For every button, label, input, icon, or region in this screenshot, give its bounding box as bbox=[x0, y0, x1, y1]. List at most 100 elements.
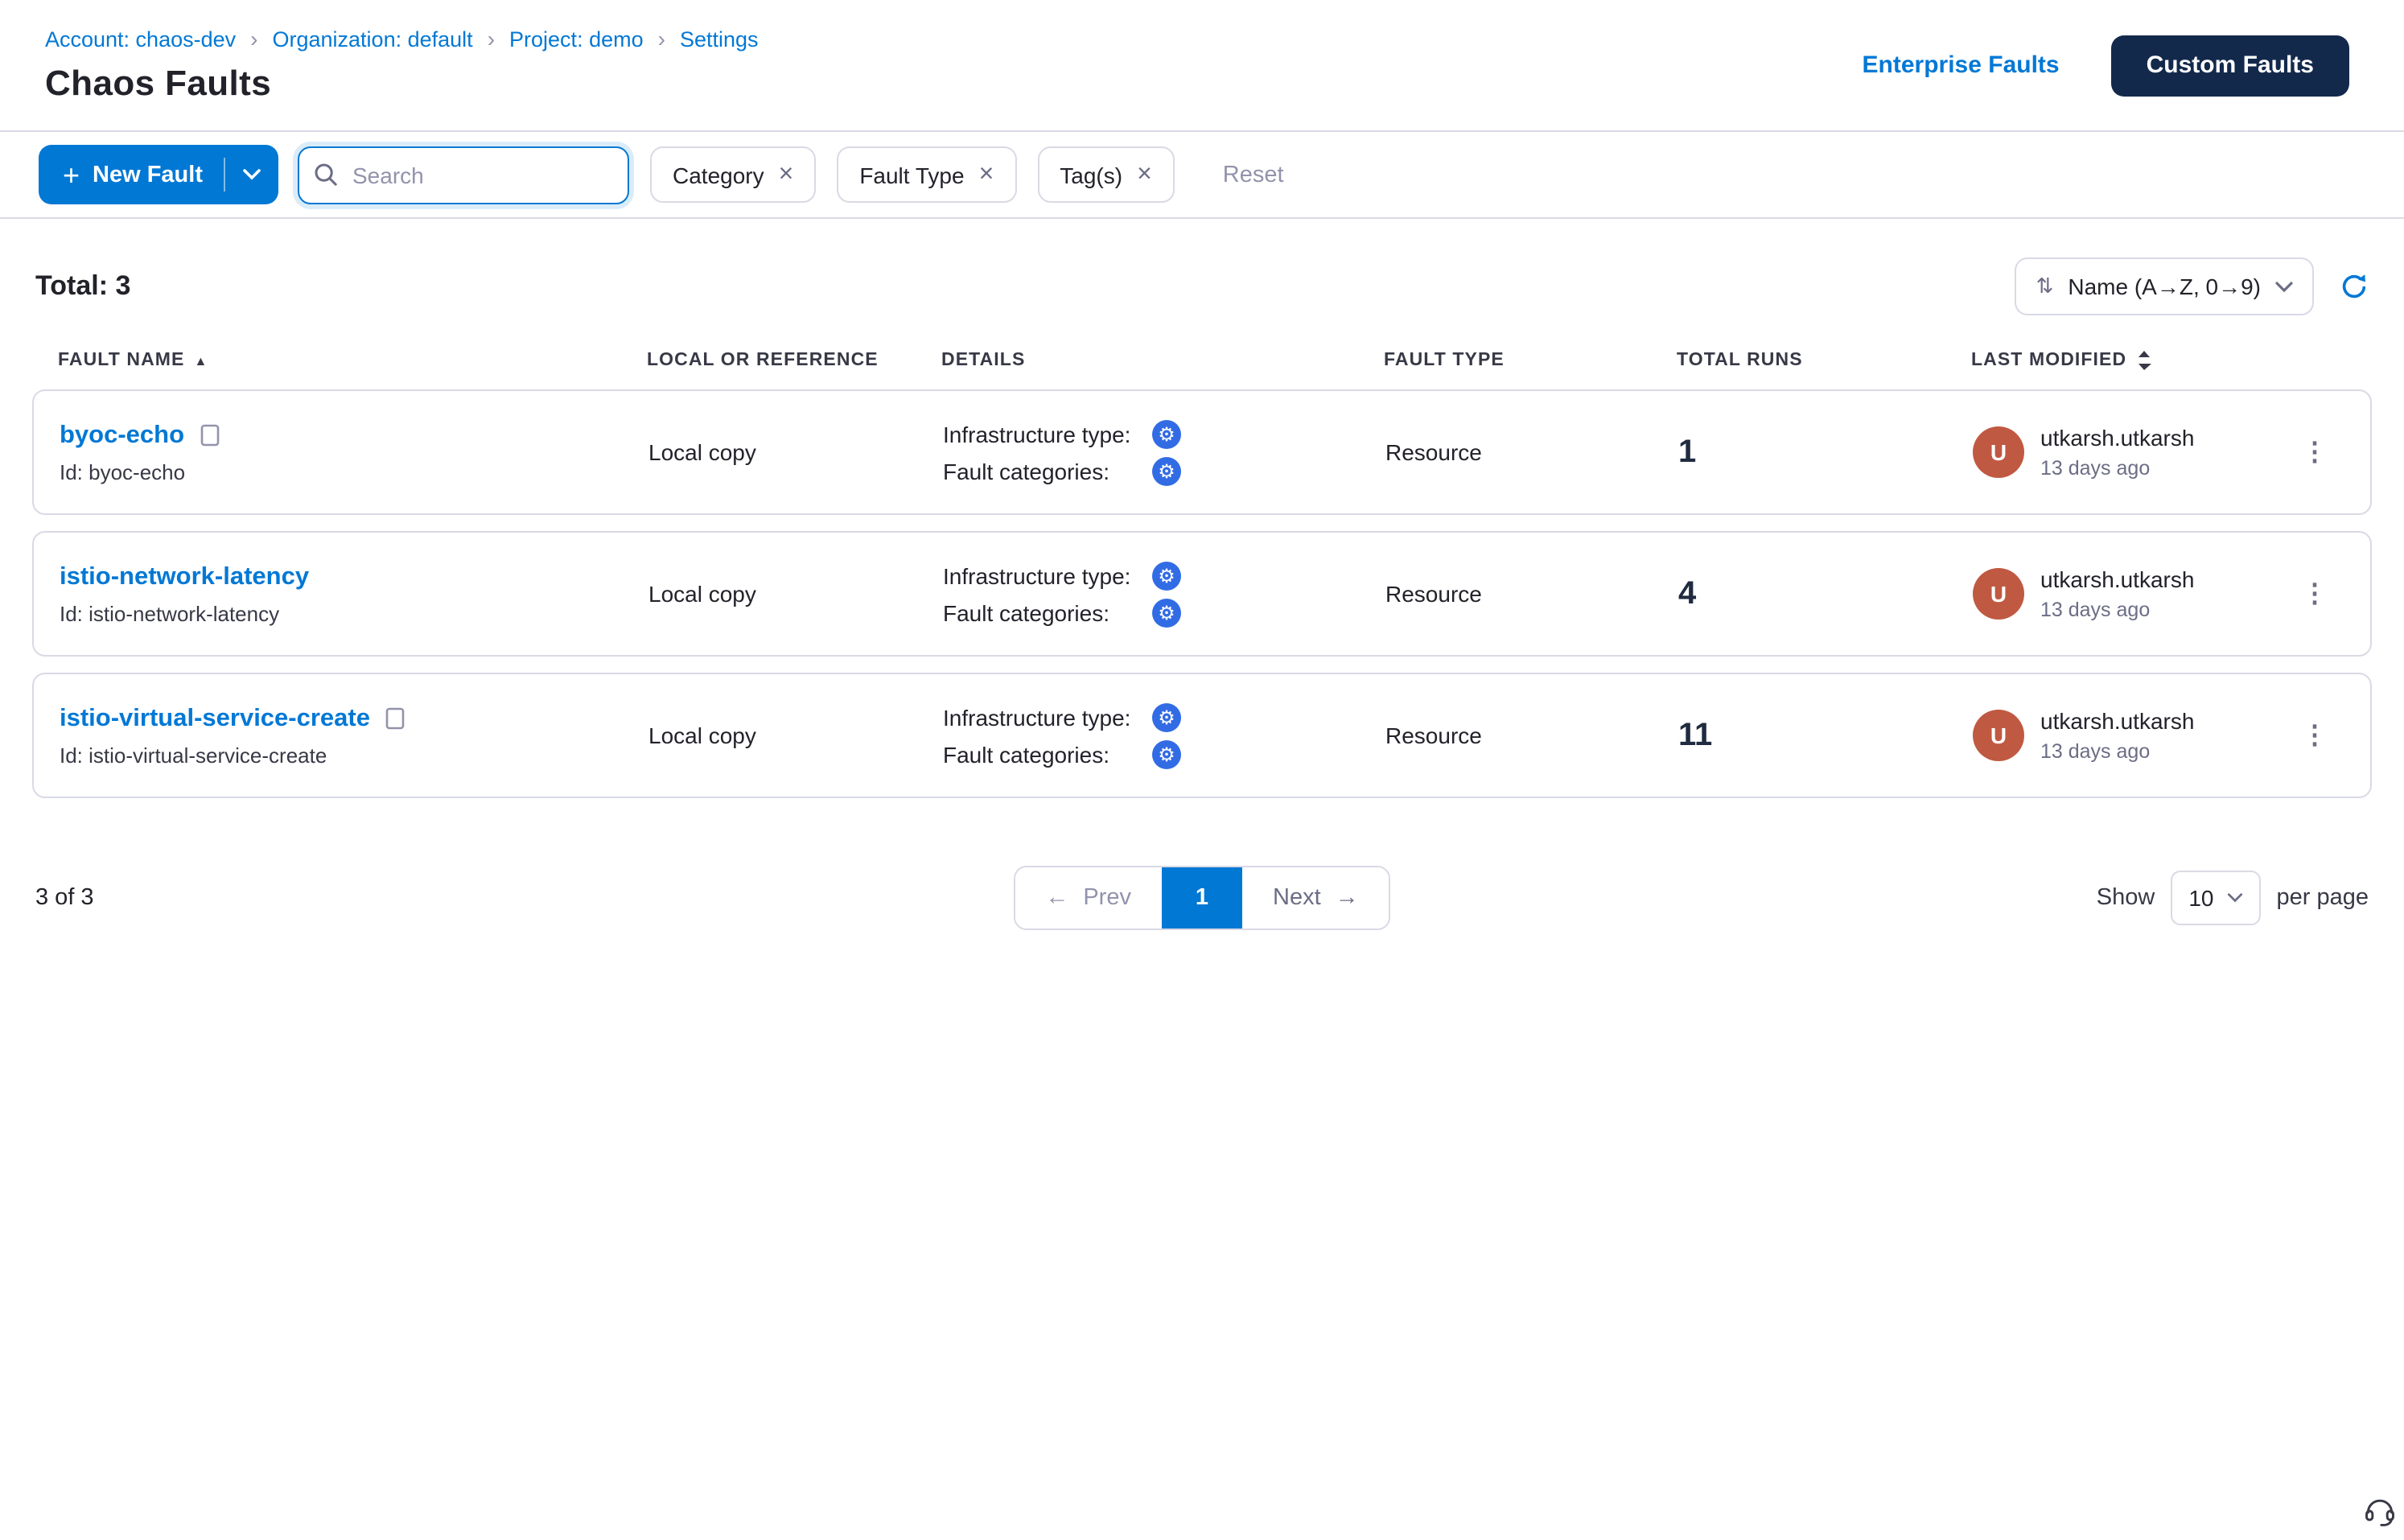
last-modified-cell: U utkarsh.utkarsh 13 days ago bbox=[1973, 425, 2287, 480]
search-input[interactable] bbox=[298, 146, 629, 204]
reset-filters-button[interactable]: Reset bbox=[1223, 162, 1284, 187]
toolbar: + New Fault Category × Fault Type × Tag(… bbox=[0, 132, 2404, 219]
breadcrumb-account[interactable]: Account: chaos-dev bbox=[45, 27, 236, 51]
modified-by: utkarsh.utkarsh bbox=[2040, 708, 2194, 734]
header-right: Enterprise Faults Custom Faults bbox=[1863, 35, 2349, 96]
page-title: Chaos Faults bbox=[45, 63, 759, 105]
table-row[interactable]: istio-network-latency Id: istio-network-… bbox=[32, 531, 2372, 657]
modified-when: 13 days ago bbox=[2040, 599, 2194, 621]
filter-tags-label: Tag(s) bbox=[1060, 162, 1122, 187]
table-header-row: Fault Name ▲ Local or Reference Details … bbox=[32, 351, 2372, 370]
sort-both-icon bbox=[2136, 351, 2151, 370]
fault-id: Id: byoc-echo bbox=[60, 459, 648, 484]
sort-dropdown[interactable]: ⇅ Name (A→Z, 0→9) bbox=[2015, 257, 2314, 315]
page-size-value: 10 bbox=[2188, 885, 2213, 911]
total-runs-cell: 4 bbox=[1678, 575, 1973, 612]
prev-page-button[interactable]: ← Prev bbox=[1015, 867, 1162, 929]
total-runs-cell: 11 bbox=[1678, 717, 1973, 754]
fault-name-link[interactable]: istio-virtual-service-create bbox=[60, 704, 370, 733]
kebab-menu-icon[interactable]: ⋮ bbox=[2302, 719, 2329, 751]
new-fault-main[interactable]: + New Fault bbox=[39, 145, 224, 204]
column-fault-name[interactable]: Fault Name ▲ bbox=[58, 351, 647, 370]
filter-category[interactable]: Category × bbox=[650, 146, 816, 203]
close-icon[interactable]: × bbox=[1137, 162, 1152, 187]
sort-dropdown-label: Name (A→Z, 0→9) bbox=[2068, 274, 2261, 299]
pagination-range: 3 of 3 bbox=[35, 885, 1013, 911]
column-local-or-reference: Local or Reference bbox=[647, 351, 941, 370]
column-details-label: Details bbox=[941, 351, 1025, 370]
kebab-menu-icon[interactable]: ⋮ bbox=[2302, 436, 2329, 468]
chaos-faults-page: Account: chaos-dev › Organization: defau… bbox=[0, 0, 2404, 1540]
breadcrumb-project[interactable]: Project: demo bbox=[509, 27, 644, 51]
column-last-modified[interactable]: Last Modified bbox=[1971, 351, 2288, 370]
prev-label: Prev bbox=[1083, 885, 1131, 911]
avatar: U bbox=[1973, 568, 2024, 620]
header-left: Account: chaos-dev › Organization: defau… bbox=[45, 26, 759, 105]
filter-fault-type[interactable]: Fault Type × bbox=[837, 146, 1016, 203]
next-page-button[interactable]: Next → bbox=[1242, 867, 1389, 929]
fault-name-cell: byoc-echo Id: byoc-echo bbox=[60, 421, 648, 484]
breadcrumb: Account: chaos-dev › Organization: defau… bbox=[45, 26, 759, 51]
fault-name-link[interactable]: istio-network-latency bbox=[60, 562, 309, 591]
table-row[interactable]: istio-virtual-service-create Id: istio-v… bbox=[32, 673, 2372, 798]
close-icon[interactable]: × bbox=[779, 162, 794, 187]
avatar: U bbox=[1973, 710, 2024, 761]
filter-category-label: Category bbox=[673, 162, 764, 187]
column-fault-type: Fault Type bbox=[1384, 351, 1677, 370]
custom-faults-button[interactable]: Custom Faults bbox=[2111, 35, 2349, 96]
column-fault-name-label: Fault Name bbox=[58, 351, 185, 370]
filter-tags[interactable]: Tag(s) × bbox=[1037, 146, 1175, 203]
new-fault-button[interactable]: + New Fault bbox=[39, 145, 278, 204]
enterprise-faults-link[interactable]: Enterprise Faults bbox=[1863, 51, 2060, 79]
document-icon[interactable] bbox=[385, 706, 405, 731]
pager: ← Prev 1 Next → bbox=[1013, 866, 1390, 930]
infrastructure-type-label: Infrastructure type: bbox=[943, 421, 1139, 447]
list-header-controls: ⇅ Name (A→Z, 0→9) bbox=[2015, 257, 2369, 315]
modified-when: 13 days ago bbox=[2040, 457, 2194, 480]
pagination-bar: 3 of 3 ← Prev 1 Next → Show 10 per pag bbox=[32, 866, 2372, 930]
table-row[interactable]: byoc-echo Id: byoc-echo Local copy Infra… bbox=[32, 389, 2372, 515]
chevron-down-icon[interactable] bbox=[225, 145, 278, 204]
per-page-controls: Show 10 per page bbox=[2097, 871, 2369, 925]
row-actions-cell: ⋮ bbox=[2287, 578, 2344, 610]
main-content: Total: 3 ⇅ Name (A→Z, 0→9) Fault Name ▲ … bbox=[0, 219, 2404, 930]
page-number-button[interactable]: 1 bbox=[1162, 867, 1242, 929]
page-size-select[interactable]: 10 bbox=[2171, 871, 2260, 925]
row-actions-cell: ⋮ bbox=[2287, 436, 2344, 468]
refresh-button[interactable] bbox=[2340, 272, 2369, 301]
breadcrumb-separator-icon: › bbox=[488, 26, 495, 51]
sort-updown-icon: ⇅ bbox=[2036, 274, 2054, 299]
fault-name-link[interactable]: byoc-echo bbox=[60, 421, 184, 450]
row-actions-cell: ⋮ bbox=[2287, 719, 2344, 751]
fault-type-cell: Resource bbox=[1385, 581, 1678, 607]
column-total-runs-label: Total Runs bbox=[1677, 351, 1803, 370]
column-details: Details bbox=[941, 351, 1384, 370]
fault-categories-label: Fault categories: bbox=[943, 741, 1139, 767]
fault-name-cell: istio-virtual-service-create Id: istio-v… bbox=[60, 704, 648, 767]
new-fault-label: New Fault bbox=[93, 162, 203, 187]
modified-when: 13 days ago bbox=[2040, 740, 2194, 763]
document-icon[interactable] bbox=[199, 423, 220, 447]
plus-icon: + bbox=[63, 160, 80, 189]
fault-name-cell: istio-network-latency Id: istio-network-… bbox=[60, 562, 648, 625]
sort-ascending-icon: ▲ bbox=[195, 353, 208, 368]
last-modified-cell: U utkarsh.utkarsh 13 days ago bbox=[1973, 566, 2287, 621]
close-icon[interactable]: × bbox=[979, 162, 994, 187]
breadcrumb-separator-icon: › bbox=[250, 26, 257, 51]
help-icon[interactable] bbox=[2362, 1493, 2398, 1537]
breadcrumb-settings[interactable]: Settings bbox=[680, 27, 759, 51]
next-label: Next bbox=[1273, 885, 1321, 911]
modified-by: utkarsh.utkarsh bbox=[2040, 425, 2194, 451]
column-local-or-reference-label: Local or Reference bbox=[647, 351, 879, 370]
filter-fault-type-label: Fault Type bbox=[859, 162, 964, 187]
kebab-menu-icon[interactable]: ⋮ bbox=[2302, 578, 2329, 610]
breadcrumb-organization[interactable]: Organization: default bbox=[273, 27, 473, 51]
arrow-left-icon: ← bbox=[1045, 885, 1068, 911]
column-last-modified-label: Last Modified bbox=[1971, 351, 2126, 370]
kubernetes-icon: ⚙ bbox=[1152, 456, 1181, 485]
kubernetes-icon: ⚙ bbox=[1152, 561, 1181, 590]
search-icon bbox=[314, 162, 338, 194]
list-header: Total: 3 ⇅ Name (A→Z, 0→9) bbox=[32, 257, 2372, 315]
modified-by: utkarsh.utkarsh bbox=[2040, 566, 2194, 592]
arrow-right-icon: → bbox=[1336, 885, 1359, 911]
